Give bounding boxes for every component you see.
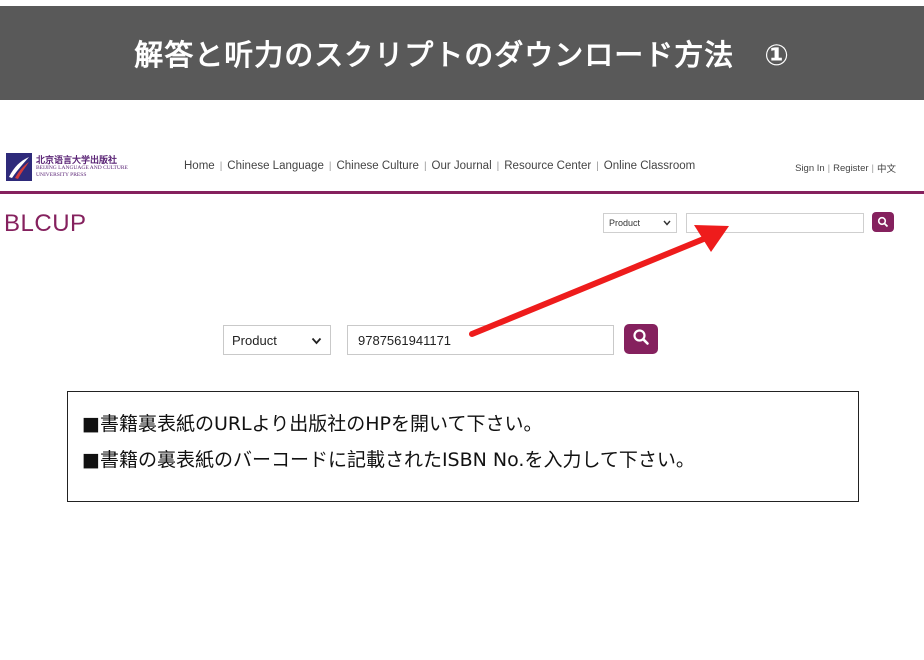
header-select-value: Product xyxy=(609,218,641,228)
instruction-line-2: ■書籍の裏表紙のバーコードに記載されたISBN No.を入力して下さい。 xyxy=(82,449,695,471)
nav-resource-center[interactable]: Resource Center xyxy=(504,160,591,172)
logo-english-line1: BEIJING LANGUAGE AND CULTURE xyxy=(36,165,128,171)
nav-separator: | xyxy=(328,160,332,172)
sign-in-link[interactable]: Sign In xyxy=(795,163,825,174)
nav-chinese-language[interactable]: Chinese Language xyxy=(227,160,324,172)
nav-separator: | xyxy=(596,160,599,172)
isbn-search-input[interactable]: 9787561941171 xyxy=(347,325,614,355)
search-icon xyxy=(632,328,650,350)
chevron-down-icon xyxy=(311,333,322,348)
instruction-line-1: ■書籍裏表紙のURLより出版社のHPを開いて下さい。 xyxy=(82,413,543,435)
nav-online-classroom[interactable]: Online Classroom xyxy=(604,160,695,172)
nav-home[interactable]: Home xyxy=(184,160,215,172)
header-search-button[interactable] xyxy=(872,212,894,232)
instruction-box: ■書籍裏表紙のURLより出版社のHPを開いて下さい。 ■書籍の裏表紙のバーコード… xyxy=(67,391,859,502)
nav-separator: | xyxy=(496,160,500,172)
header-divider xyxy=(0,191,924,194)
search-select-value: Product xyxy=(232,332,277,348)
header-search-input[interactable] xyxy=(686,213,864,233)
search-icon xyxy=(877,213,889,232)
logo-english-line2: UNIVERSITY PRESS xyxy=(36,172,87,178)
user-nav-separator: | xyxy=(871,162,874,174)
user-nav-separator: | xyxy=(827,162,831,174)
banner-title: 解答と听力のスクリプトのダウンロード方法 ① xyxy=(134,38,790,72)
header-search-category-select[interactable]: Product xyxy=(603,213,677,233)
chevron-down-icon xyxy=(663,218,671,228)
nav-chinese-culture[interactable]: Chinese Culture xyxy=(336,160,418,172)
nav-our-journal[interactable]: Our Journal xyxy=(432,160,492,172)
nav-separator: | xyxy=(423,160,427,172)
user-navigation: Sign In | Register | 中文 xyxy=(795,161,896,176)
brand-title[interactable]: BLCUP xyxy=(4,210,87,238)
publisher-logo[interactable]: 北京语言大学出版社 BEIJING LANGUAGE AND CULTURE U… xyxy=(6,153,166,185)
language-switch-link[interactable]: 中文 xyxy=(877,161,896,175)
register-link[interactable]: Register xyxy=(833,163,868,174)
title-banner: 解答と听力のスクリプトのダウンロード方法 ① xyxy=(0,6,924,100)
main-navigation: Home | Chinese Language | Chinese Cultur… xyxy=(184,160,695,172)
logo-mark-icon xyxy=(6,153,32,181)
nav-separator: | xyxy=(219,160,223,172)
search-category-select[interactable]: Product xyxy=(223,325,331,355)
search-button[interactable] xyxy=(624,324,658,354)
isbn-search-value: 9787561941171 xyxy=(358,332,452,348)
